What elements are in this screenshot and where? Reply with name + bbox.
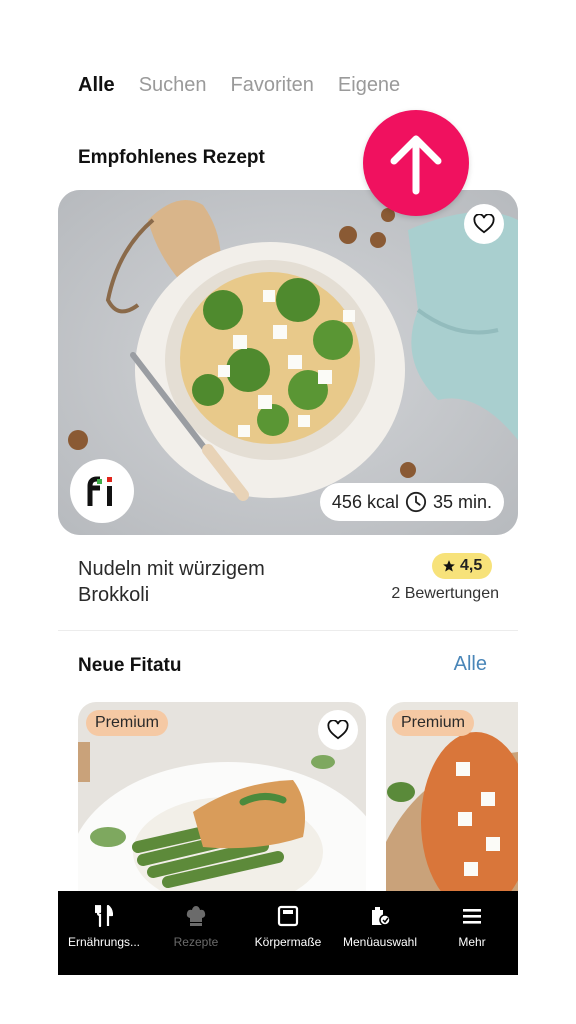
nav-more[interactable]: Mehr: [426, 891, 518, 975]
rating-badge: 4,5: [432, 553, 493, 579]
heart-icon: [473, 214, 495, 234]
nav-label: Körpermaße: [254, 935, 322, 949]
star-icon: [443, 560, 455, 572]
kcal-value: 456 kcal: [331, 491, 399, 512]
recommended-section-title: Empfohlenes Rezept: [78, 147, 265, 168]
fitatu-recipe-card[interactable]: Premium: [78, 702, 366, 902]
recommended-recipe-card[interactable]: 456 kcal 35 min.: [58, 190, 518, 535]
scroll-to-top-button[interactable]: [363, 110, 469, 216]
duration-value: 35 min.: [432, 491, 492, 512]
scale-icon: [277, 905, 299, 927]
nav-label: Menüauswahl: [342, 935, 418, 949]
menu-bag-icon: [369, 905, 391, 927]
recipe-tabs: Alle Suchen Favoriten Eigene: [78, 74, 400, 97]
heart-icon: [327, 720, 349, 740]
nav-label: Rezepte: [173, 935, 219, 949]
nav-body-measurements[interactable]: Körpermaße: [242, 891, 334, 975]
favorite-button[interactable]: [464, 204, 504, 244]
tab-favoriten[interactable]: Favoriten: [231, 74, 314, 97]
see-all-link[interactable]: Alle: [454, 653, 487, 676]
hamburger-icon: [462, 905, 482, 927]
tab-suchen[interactable]: Suchen: [139, 74, 207, 97]
fitatu-recipe-card[interactable]: Premium: [386, 702, 518, 902]
nav-nutrition[interactable]: Ernährungs...: [58, 891, 150, 975]
review-count: 2 Bewertungen: [391, 585, 499, 602]
arrow-up-icon: [390, 135, 442, 195]
fitatu-logo: [70, 459, 134, 523]
tab-alle[interactable]: Alle: [78, 74, 115, 97]
nutrition-info-pill: 456 kcal 35 min.: [319, 483, 504, 521]
nav-label: Ernährungs...: [67, 935, 141, 949]
premium-badge: Premium: [86, 710, 169, 736]
fork-knife-icon: [95, 905, 113, 927]
nav-label: Mehr: [458, 935, 486, 949]
divider: [58, 630, 518, 631]
bottom-navigation: Ernährungs... Rezepte Körpermaße Menüaus…: [58, 891, 518, 975]
premium-badge: Premium: [392, 710, 475, 736]
nav-menu-selection[interactable]: Menüauswahl: [334, 891, 426, 975]
favorite-button[interactable]: [318, 710, 358, 750]
tab-eigene[interactable]: Eigene: [338, 74, 400, 97]
new-fitatu-section-title: Neue Fitatu: [78, 655, 182, 676]
chef-hat-icon: [185, 905, 207, 927]
clock-icon: [405, 491, 427, 513]
nav-recipes[interactable]: Rezepte: [150, 891, 242, 975]
recipe-name[interactable]: Nudeln mit würzigem Brokkoli: [78, 556, 338, 608]
rating-value: 4,5: [460, 557, 483, 574]
